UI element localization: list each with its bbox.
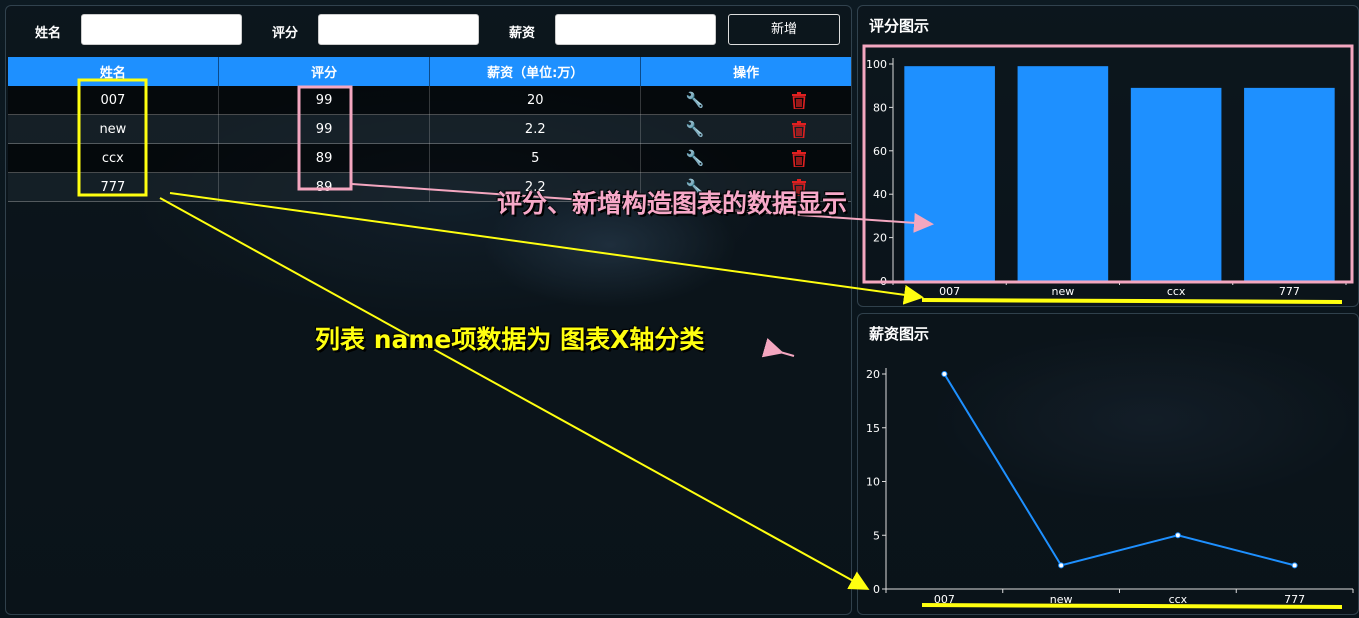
column-header-salary: 薪资（单位:万） xyxy=(429,57,642,86)
trash-icon[interactable] xyxy=(792,149,807,168)
y-tick-label: 20 xyxy=(873,232,887,245)
y-tick-label: 10 xyxy=(866,476,880,489)
salary-input[interactable] xyxy=(555,14,716,45)
cell-actions: 🔧 xyxy=(640,143,851,173)
cell-actions: 🔧 xyxy=(640,86,851,115)
data-point xyxy=(1058,562,1065,569)
salary-line-chart: 0 5 10 15 20 007 new ccx 777 xyxy=(866,368,1354,606)
table-header: 姓名 评分 薪资（单位:万） 操作 xyxy=(8,57,851,86)
y-tick-label: 80 xyxy=(873,101,887,114)
cell-salary: 20 xyxy=(429,86,642,115)
cell-score: 89 xyxy=(218,143,431,173)
data-point xyxy=(941,371,948,377)
x-tick-label: ccx xyxy=(1167,285,1186,298)
salary-chart-panel: 薪资图示 0 5 10 15 20 007 new ccx 777 xyxy=(857,313,1359,615)
cell-name: ccx xyxy=(8,143,219,173)
column-header-actions: 操作 xyxy=(640,57,851,86)
wrench-icon[interactable]: 🔧 xyxy=(686,120,705,138)
y-tick-label: 40 xyxy=(873,188,887,201)
bar xyxy=(1017,66,1109,281)
cell-score: 99 xyxy=(218,86,431,115)
score-chart-panel: 评分图示 0 20 40 60 80 100 007 new ccx 777 xyxy=(857,5,1359,307)
y-tick-label: 0 xyxy=(880,275,887,288)
cell-salary: 2.2 xyxy=(429,114,642,144)
y-tick-label: 0 xyxy=(873,583,880,596)
column-header-name: 姓名 xyxy=(8,57,219,86)
x-tick-label: 007 xyxy=(939,285,960,298)
salary-label: 薪资 xyxy=(509,26,536,41)
wrench-icon[interactable]: 🔧 xyxy=(686,91,705,109)
score-bar-chart: 0 20 40 60 80 100 007 new ccx 777 xyxy=(866,58,1347,298)
trash-icon[interactable] xyxy=(792,91,807,110)
bar xyxy=(904,66,995,281)
x-tick-label: ccx xyxy=(1169,593,1188,606)
cell-name: 777 xyxy=(8,172,219,202)
x-tick-label: 777 xyxy=(1279,285,1300,298)
annotation-note-x-axis: 列表 name项数据为 图表X轴分类 xyxy=(315,325,705,354)
table-panel: 姓名 评分 薪资 新增 姓名 评分 薪资（单位:万） 操作 007 99 20 … xyxy=(5,5,852,615)
cell-salary: 5 xyxy=(429,143,642,173)
series-line xyxy=(943,373,1295,567)
annotation-note-chart-data: 评分、新增构造图表的数据显示 xyxy=(497,189,848,218)
score-input[interactable] xyxy=(318,14,479,45)
cell-score: 99 xyxy=(218,114,431,144)
name-input[interactable] xyxy=(81,14,242,45)
y-tick-label: 15 xyxy=(866,422,880,435)
add-button[interactable]: 新增 xyxy=(728,14,840,45)
cell-score: 89 xyxy=(218,172,431,202)
data-point xyxy=(1291,562,1298,569)
x-tick-label: new xyxy=(1050,593,1073,606)
table-row: new 99 2.2 🔧 xyxy=(8,114,851,144)
x-tick-label: 777 xyxy=(1284,593,1305,606)
y-tick-label: 60 xyxy=(873,145,887,158)
table-row: ccx 89 5 🔧 xyxy=(8,143,851,173)
y-tick-label: 20 xyxy=(866,368,880,381)
y-tick-label: 5 xyxy=(873,529,880,542)
score-label: 评分 xyxy=(272,26,299,41)
x-tick-label: 007 xyxy=(934,593,955,606)
cell-actions: 🔧 xyxy=(640,114,851,144)
cell-name: 007 xyxy=(8,86,219,115)
data-table: 姓名 评分 薪资（单位:万） 操作 007 99 20 🔧 new 99 2.2… xyxy=(8,57,851,202)
trash-icon[interactable] xyxy=(792,120,807,139)
data-point xyxy=(1174,532,1181,539)
wrench-icon[interactable]: 🔧 xyxy=(686,149,705,167)
name-label: 姓名 xyxy=(35,26,62,41)
y-tick-label: 100 xyxy=(866,58,887,71)
x-tick-label: new xyxy=(1052,285,1075,298)
form-toolbar: 姓名 评分 薪资 新增 xyxy=(6,6,851,54)
table-row: 007 99 20 🔧 xyxy=(8,86,851,115)
column-header-score: 评分 xyxy=(218,57,431,86)
cell-name: new xyxy=(8,114,219,144)
bar xyxy=(1130,87,1222,282)
bar xyxy=(1244,87,1335,282)
